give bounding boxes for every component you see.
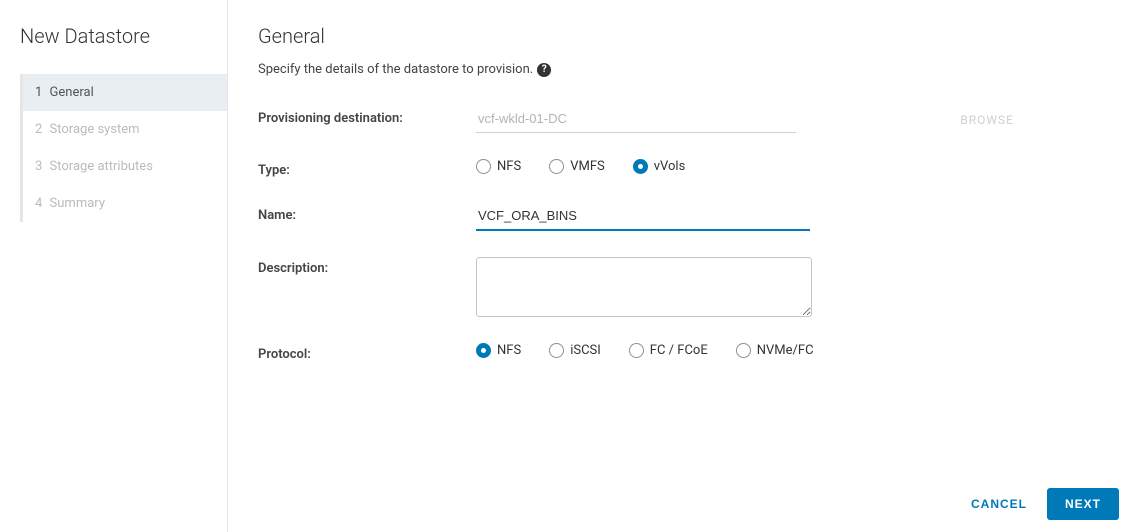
row-description: Description: bbox=[258, 257, 1111, 317]
control-provisioning-destination: BROWSE bbox=[476, 107, 1026, 133]
radio-protocol-nfs[interactable]: NFS bbox=[476, 343, 521, 358]
next-button[interactable]: NEXT bbox=[1047, 488, 1119, 520]
help-icon[interactable]: ? bbox=[537, 63, 551, 77]
radio-circle-icon bbox=[549, 343, 564, 358]
wizard-step-storage-system[interactable]: 2 Storage system bbox=[20, 111, 227, 148]
radio-type-nfs[interactable]: NFS bbox=[476, 159, 521, 174]
control-protocol: NFS iSCSI FC / FCoE NVMe/FC bbox=[476, 343, 1026, 358]
control-name bbox=[476, 204, 1026, 231]
wizard-title: New Datastore bbox=[18, 24, 227, 48]
wizard-step-summary[interactable]: 4 Summary bbox=[20, 185, 227, 222]
radio-type-vmfs[interactable]: VMFS bbox=[549, 159, 605, 174]
wizard-step-num: 4 bbox=[35, 196, 42, 211]
radio-label: VMFS bbox=[570, 159, 605, 174]
radio-circle-icon bbox=[476, 343, 491, 358]
wizard-step-label: Storage system bbox=[50, 122, 140, 137]
wizard-steps: 1 General 2 Storage system 3 Storage att… bbox=[20, 74, 227, 222]
radio-circle-icon bbox=[476, 159, 491, 174]
radio-circle-icon bbox=[736, 343, 751, 358]
radio-label: NFS bbox=[497, 159, 521, 174]
wizard-step-general[interactable]: 1 General bbox=[20, 74, 227, 111]
radio-circle-icon bbox=[633, 159, 648, 174]
radio-protocol-iscsi[interactable]: iSCSI bbox=[549, 343, 601, 358]
protocol-radio-group: NFS iSCSI FC / FCoE NVMe/FC bbox=[476, 343, 814, 358]
row-protocol: Protocol: NFS iSCSI FC / FCoE NVMe/FC bbox=[258, 343, 1111, 362]
label-protocol: Protocol: bbox=[258, 343, 476, 362]
row-provisioning-destination: Provisioning destination: BROWSE bbox=[258, 107, 1111, 133]
wizard-step-num: 2 bbox=[35, 122, 42, 137]
radio-type-vvols[interactable]: vVols bbox=[633, 159, 686, 174]
wizard-step-label: Summary bbox=[50, 196, 105, 211]
row-name: Name: bbox=[258, 204, 1111, 231]
wizard-step-label: General bbox=[50, 85, 94, 100]
radio-protocol-nvme-fc[interactable]: NVMe/FC bbox=[736, 343, 814, 358]
control-type: NFS VMFS vVols bbox=[476, 159, 1026, 174]
panel-content: General Specify the details of the datas… bbox=[228, 0, 1139, 532]
wizard-step-label: Storage attributes bbox=[50, 159, 153, 174]
type-radio-group: NFS VMFS vVols bbox=[476, 159, 685, 174]
label-name: Name: bbox=[258, 204, 476, 223]
label-type: Type: bbox=[258, 159, 476, 178]
wizard-step-storage-attributes[interactable]: 3 Storage attributes bbox=[20, 148, 227, 185]
radio-label: NFS bbox=[497, 343, 521, 358]
browse-link[interactable]: BROWSE bbox=[960, 113, 1026, 127]
panel-title: General bbox=[258, 24, 1111, 48]
wizard-step-num: 1 bbox=[35, 85, 42, 100]
row-type: Type: NFS VMFS vVols bbox=[258, 159, 1111, 178]
panel-subtitle-text: Specify the details of the datastore to … bbox=[258, 62, 533, 77]
radio-label: NVMe/FC bbox=[757, 343, 814, 358]
wizard-step-num: 3 bbox=[35, 159, 42, 174]
label-description: Description: bbox=[258, 257, 476, 276]
label-provisioning-destination: Provisioning destination: bbox=[258, 107, 476, 126]
name-input[interactable] bbox=[476, 204, 810, 231]
panel-subtitle: Specify the details of the datastore to … bbox=[258, 62, 1111, 77]
radio-label: FC / FCoE bbox=[650, 343, 708, 358]
cancel-button[interactable]: CANCEL bbox=[965, 489, 1033, 519]
radio-circle-icon bbox=[549, 159, 564, 174]
footer-actions: CANCEL NEXT bbox=[965, 488, 1119, 520]
radio-label: iSCSI bbox=[570, 343, 601, 358]
radio-label: vVols bbox=[654, 159, 686, 174]
description-input[interactable] bbox=[476, 257, 812, 317]
control-description bbox=[476, 257, 1026, 317]
radio-circle-icon bbox=[629, 343, 644, 358]
radio-protocol-fc-fcoe[interactable]: FC / FCoE bbox=[629, 343, 708, 358]
provisioning-destination-input bbox=[476, 107, 796, 133]
wizard-sidebar: New Datastore 1 General 2 Storage system… bbox=[0, 0, 228, 532]
